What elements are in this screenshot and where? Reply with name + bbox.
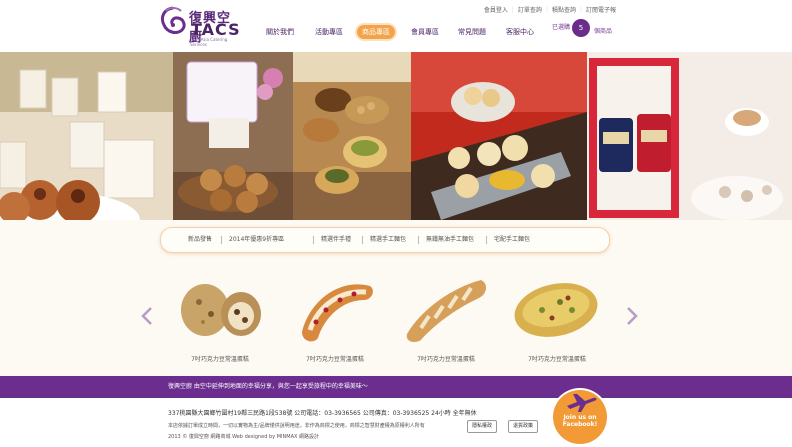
twisted-bread-icon: [406, 280, 487, 342]
facebook-line1: Join us on: [563, 414, 597, 421]
facebook-join-button[interactable]: Join us on Facebook!: [553, 390, 607, 444]
category-handmade-bread[interactable]: 精選手工麵包: [370, 228, 406, 252]
product-caption[interactable]: 7吋巧克力豆常溫蛋糕: [391, 354, 501, 363]
facebook-join-text: Join us on Facebook!: [553, 414, 607, 428]
cart-suffix[interactable]: 個商品: [594, 26, 612, 35]
toplink-order-query[interactable]: 訂單查詢: [518, 7, 542, 14]
cranberry-roll-icon: [302, 284, 373, 342]
footer-copyright: 2013 © 復興空廚 網路商城 Web designed by MINMAX …: [168, 434, 319, 440]
brand-tagline: TransAsia Catering Services: [190, 37, 228, 47]
category-new[interactable]: 新品發售: [188, 228, 212, 252]
round-bread-icon: [181, 284, 261, 336]
banner-image-gift-box: [173, 52, 293, 220]
cart-prefix[interactable]: 已選購: [552, 22, 570, 31]
product-card[interactable]: 7吋巧克力豆常溫蛋糕: [165, 270, 275, 365]
product-caption[interactable]: 7吋巧克力豆常溫蛋糕: [502, 354, 612, 363]
product-card[interactable]: 7吋巧克力豆常溫蛋糕: [502, 270, 612, 365]
facebook-line2: Facebook!: [562, 421, 598, 428]
category-bar: 新品發售 2014年優惠9折專區 精選伴手禮 精選手工麵包 無鐵無油手工麵包 宅…: [160, 227, 610, 253]
nav-faq[interactable]: 常見問題: [458, 25, 486, 39]
category-gifts[interactable]: 精選伴手禮: [321, 228, 351, 252]
nav-products[interactable]: 商品專區: [357, 25, 395, 39]
banner-image-tarts: [411, 52, 587, 220]
product-card[interactable]: 7吋巧克力豆常溫蛋糕: [391, 270, 501, 365]
carousel-prev-arrow-icon[interactable]: [141, 306, 153, 326]
banner-image-tea-gift: [587, 52, 792, 220]
product-caption[interactable]: 7吋巧克力豆常溫蛋糕: [280, 354, 390, 363]
top-links: 會員登入｜訂單查詢｜積點查詢｜訂閱電子報: [483, 7, 616, 14]
return-policy-button[interactable]: 退貨政策: [508, 420, 539, 433]
toplink-login[interactable]: 會員登入: [484, 7, 508, 14]
category-2014-discount[interactable]: 2014年優惠9折專區: [229, 228, 284, 252]
product-caption[interactable]: 7吋巧克力豆常溫蛋糕: [165, 354, 275, 363]
site-footer: 337桃園縣大園鄉竹圍村19鄰三民路1段538號 公司電話：03-3936565…: [0, 398, 792, 447]
privacy-policy-button[interactable]: 隱私權政: [467, 420, 498, 433]
banner-image-boxed-pastries: [0, 52, 173, 220]
nav-about[interactable]: 關於我們: [266, 25, 294, 39]
slogan-bar: 復興空廚 由空中延伸到地面的幸福分享，與您一起享受旅程中的幸福美味～: [0, 376, 792, 398]
nav-events[interactable]: 活動專區: [315, 25, 343, 39]
product-card[interactable]: 7吋巧克力豆常溫蛋糕: [280, 270, 390, 365]
toplink-points-query[interactable]: 積點查詢: [552, 7, 576, 14]
category-no-oil-bread[interactable]: 無鐵無油手工麵包: [426, 228, 474, 252]
logo[interactable]: 復興空廚 TACS TransAsia Catering Services: [158, 5, 242, 47]
slogan-text: 復興空廚 由空中延伸到地面的幸福分享，與您一起享受旅程中的幸福美味～: [168, 383, 368, 390]
site-header: 復興空廚 TACS TransAsia Catering Services 會員…: [0, 0, 792, 52]
carousel-next-arrow-icon[interactable]: [626, 306, 638, 326]
category-delivery-bread[interactable]: 宅配手工麵包: [494, 228, 530, 252]
nav-members[interactable]: 會員專區: [411, 25, 439, 39]
footer-notice: 本店依據訂單成立時間，一切以實物為主/品牌僅供說明用途，非作為商標之使用，商標之…: [168, 423, 425, 429]
banner-image-cookies: [293, 52, 411, 220]
toplink-newsletter[interactable]: 訂閱電子報: [586, 7, 616, 14]
logo-swirl-icon: [160, 6, 186, 34]
footer-address: 337桃園縣大園鄉竹圍村19鄰三民路1段538號 公司電話：03-3936565…: [168, 410, 477, 417]
hero-banner[interactable]: [0, 52, 792, 220]
airplane-icon: [567, 394, 597, 412]
cart-count-badge[interactable]: 5: [572, 19, 590, 37]
nav-service[interactable]: 客服中心: [506, 25, 534, 39]
cheese-bread-icon: [514, 283, 598, 337]
